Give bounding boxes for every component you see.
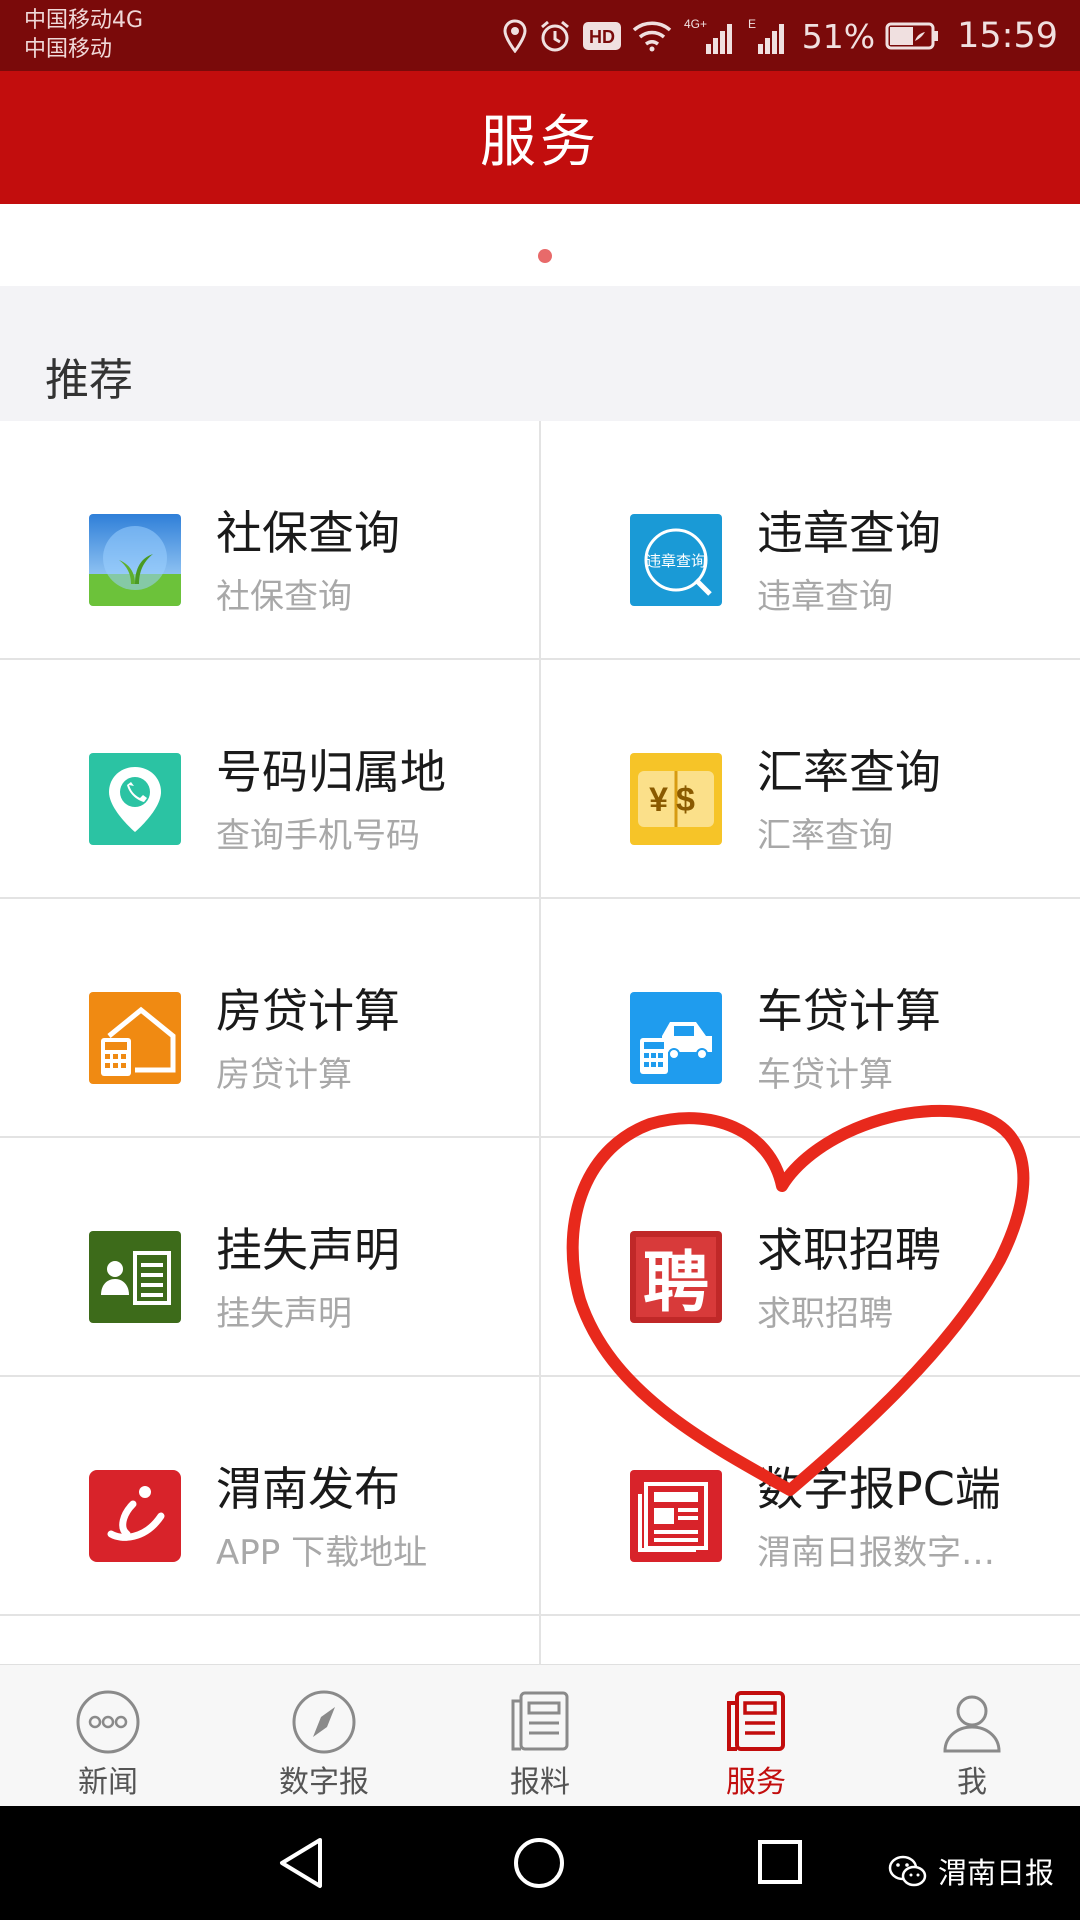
report-icon [511,1691,569,1751]
service-subtitle: 求职招聘 [757,1294,893,1334]
traffic-violation-icon: 违章查询 [630,514,722,606]
watermark: 渭南日报 [888,1850,1054,1892]
service-title: 号码归属地 [216,745,446,799]
service-title: 违章查询 [757,506,941,560]
hd-badge-text: HD [589,27,615,47]
app-header: 服务 [0,71,1080,204]
section-header: 推荐 [0,286,1080,421]
service-title: 社保查询 [216,506,400,560]
battery-percent: 51% [801,16,876,56]
service-title: 房贷计算 [216,984,400,1038]
tab-report[interactable]: 报料 [432,1665,648,1806]
car-loan-calculator-icon [630,992,722,1084]
tab-digital-paper[interactable]: 数字报 [216,1665,432,1806]
exchange-rate-icon: ¥$ [630,753,722,845]
page-indicator [0,204,1080,286]
phone-location-icon [89,753,181,845]
service-item-mortgage-calculator[interactable]: 房贷计算 房贷计算 [0,899,539,1137]
service-subtitle: 社保查询 [216,577,352,617]
exchange-rate-icon-text: ¥$ [649,781,703,819]
news-dots-icon [76,1690,140,1754]
service-item-weinan-release[interactable]: 渭南发布 APP 下载地址 [0,1377,539,1615]
tab-label: 我 [957,1765,987,1800]
mortgage-calculator-icon [89,992,181,1084]
service-subtitle: 查询手机号码 [216,816,420,856]
tab-label: 新闻 [78,1765,138,1800]
tab-label: 数字报 [279,1765,369,1800]
carrier-info: 中国移动4G 中国移动 [24,6,143,64]
service-item-lost-notice[interactable]: 挂失声明 挂失声明 [0,1138,539,1376]
lost-notice-icon [89,1231,181,1323]
service-item-phone-location[interactable]: 号码归属地 查询手机号码 [0,660,539,898]
service-title: 数字报PC端 [757,1462,1001,1516]
page-indicator-dot [538,249,552,263]
service-title: 挂失声明 [216,1223,400,1277]
recents-icon[interactable] [756,1838,804,1886]
service-item-traffic-violation[interactable]: 违章查询 违章查询 违章查询 [541,421,1080,659]
net-type-1: 4G+ [684,17,707,31]
wifi-icon [632,21,671,52]
clock: 15:59 [957,16,1058,56]
service-subtitle: 汇率查询 [757,816,893,856]
carrier-line-2: 中国移动 [24,37,113,62]
digital-paper-pc-icon [630,1470,722,1562]
service-subtitle: 房贷计算 [216,1055,352,1095]
watermark-text: 渭南日报 [938,1856,1055,1890]
wechat-icon [888,1855,927,1887]
battery-icon [885,22,939,50]
status-icons: HD 4G+ E 51% 15:59 [502,12,1058,60]
tab-me[interactable]: 我 [864,1665,1080,1806]
service-subtitle: 违章查询 [757,577,893,617]
section-title: 推荐 [45,355,133,406]
service-icon [727,1691,785,1751]
service-item-exchange-rate[interactable]: ¥$ 汇率查询 汇率查询 [541,660,1080,898]
location-icon [503,19,527,53]
compass-icon [292,1690,356,1754]
signal-4g-icon: 4G+ [684,17,732,54]
service-title: 求职招聘 [757,1223,941,1277]
service-subtitle: 挂失声明 [216,1294,352,1334]
service-item-social-security[interactable]: 社保查询 社保查询 [0,421,539,659]
service-subtitle: 渭南日报数字… [757,1533,995,1573]
service-item-digital-paper-pc[interactable]: 数字报PC端 渭南日报数字… [541,1377,1080,1615]
tab-label: 服务 [726,1765,786,1800]
service-title: 车贷计算 [757,984,941,1038]
traffic-violation-icon-text: 违章查询 [646,552,706,570]
social-security-icon [89,514,181,606]
page-title: 服务 [480,110,600,175]
service-subtitle: APP 下载地址 [216,1533,428,1573]
recruitment-icon-text: 聘 [643,1243,709,1321]
carrier-line-1: 中国移动4G [24,8,144,33]
service-subtitle: 车贷计算 [757,1055,893,1095]
home-icon[interactable] [512,1836,566,1890]
net-type-2: E [748,17,756,31]
recruitment-icon: 聘 [630,1231,722,1323]
status-bar: 中国移动4G 中国移动 HD 4G+ E 51% 15:59 [0,0,1080,71]
tab-news[interactable]: 新闻 [0,1665,216,1806]
person-icon [943,1695,1001,1753]
hd-badge-icon: HD [582,22,621,50]
back-icon[interactable] [276,1836,326,1890]
service-title: 渭南发布 [216,1462,400,1516]
service-item-recruitment[interactable]: 聘 求职招聘 求职招聘 [541,1138,1080,1376]
tab-service[interactable]: 服务 [648,1665,864,1806]
tab-label: 报料 [510,1765,570,1800]
signal-e-icon: E [748,17,784,54]
service-item-car-loan-calculator[interactable]: 车贷计算 车贷计算 [541,899,1080,1137]
bottom-tab-bar: 新闻 数字报 报料 服务 我 [0,1664,1080,1806]
service-title: 汇率查询 [757,745,941,799]
service-grid: 社保查询 社保查询 违章查询 违章查询 违章查询 号码归属地 查询手机号码 ¥$… [0,421,1080,1664]
weinan-release-icon [89,1470,181,1562]
alarm-icon [540,20,569,52]
